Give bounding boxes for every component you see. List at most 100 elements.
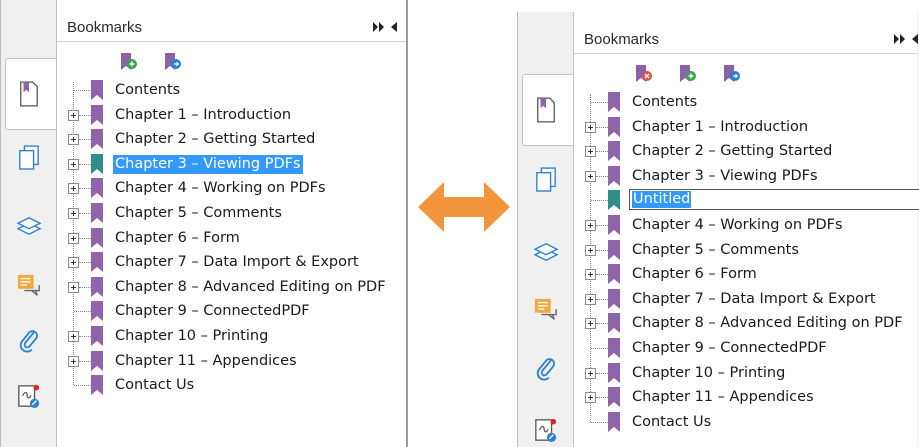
expand-plus-icon[interactable] bbox=[585, 146, 596, 158]
bookmark-item[interactable]: Chapter 7 – Data Import & Export bbox=[574, 287, 917, 312]
tree-connector bbox=[596, 126, 608, 128]
bookmark-item[interactable]: Chapter 1 – Introduction bbox=[57, 103, 406, 128]
expand-plus-icon[interactable] bbox=[68, 281, 79, 293]
bookmark-icon bbox=[608, 264, 620, 285]
bookmark-item[interactable]: Chapter 4 – Working on PDFs bbox=[574, 213, 917, 238]
bookmark-item[interactable]: Chapter 9 – ConnectedPDF bbox=[574, 336, 917, 361]
expand-plus-icon[interactable] bbox=[68, 183, 79, 195]
add-bookmark-icon[interactable] bbox=[676, 62, 698, 84]
signature-icon[interactable] bbox=[9, 378, 49, 414]
bookmark-item[interactable]: Chapter 1 – Introduction bbox=[574, 115, 917, 140]
expand-plus-icon[interactable] bbox=[68, 331, 79, 342]
bookmark-item[interactable]: Chapter 5 – Comments bbox=[57, 201, 406, 226]
tree-connector bbox=[596, 323, 608, 325]
bookmark-label: Chapter 7 – Data Import & Export bbox=[632, 290, 876, 307]
bookmark-icon bbox=[608, 141, 620, 162]
bookmark-icon bbox=[91, 301, 103, 322]
signature-icon[interactable] bbox=[526, 412, 566, 447]
bookmarks-content: Bookmarks Contents Chapter 1 – Introducti… bbox=[573, 12, 919, 447]
attachments-icon[interactable] bbox=[9, 322, 49, 358]
bookmark-item[interactable]: Contact Us bbox=[574, 410, 917, 435]
expand-plus-icon[interactable] bbox=[68, 232, 79, 244]
bookmark-label: Chapter 2 – Getting Started bbox=[632, 143, 833, 160]
tree-connector bbox=[596, 225, 608, 226]
bookmark-label: Contents bbox=[115, 82, 181, 98]
bookmark-item[interactable]: Chapter 11 – Appendices bbox=[574, 385, 917, 410]
bookmark-item[interactable]: Chapter 3 – Viewing PDFs bbox=[574, 164, 917, 189]
bookmark-item[interactable]: Chapter 2 – Getting Started bbox=[57, 127, 406, 152]
bookmark-icon bbox=[608, 411, 620, 432]
pages-thumbnail-icon[interactable] bbox=[9, 140, 49, 176]
bookmark-item[interactable]: Contact Us bbox=[57, 373, 406, 398]
bookmark-item[interactable]: Chapter 11 – Appendices bbox=[57, 349, 406, 374]
delete-bookmark-icon[interactable] bbox=[632, 62, 654, 84]
bookmark-icon bbox=[608, 190, 620, 211]
panel-title: Bookmarks bbox=[584, 31, 660, 48]
bookmark-item[interactable]: Chapter 9 – ConnectedPDF bbox=[57, 299, 406, 324]
tree-connector bbox=[596, 298, 608, 300]
expand-plus-icon[interactable] bbox=[585, 367, 596, 379]
bookmarks-page-icon[interactable] bbox=[526, 92, 566, 128]
triangle-left-icon[interactable] bbox=[391, 22, 398, 32]
expand-plus-icon[interactable] bbox=[585, 293, 596, 305]
bookmark-item[interactable]: Chapter 7 – Data Import & Export bbox=[57, 250, 406, 275]
expand-plus-icon[interactable] bbox=[68, 158, 79, 170]
bookmark-item[interactable]: Chapter 4 – Working on PDFs bbox=[57, 176, 406, 201]
comments-icon[interactable] bbox=[9, 268, 49, 304]
expand-plus-icon[interactable] bbox=[68, 355, 79, 367]
bookmark-icon bbox=[91, 203, 103, 223]
bookmark-icon bbox=[608, 362, 620, 383]
tree-connector bbox=[596, 249, 608, 251]
triangle-left-icon[interactable] bbox=[912, 34, 919, 44]
bookmark-item[interactable]: Chapter 8 – Advanced Editing on PDF bbox=[574, 311, 917, 336]
tree-connector bbox=[79, 188, 91, 190]
bookmark-item[interactable]: Contents bbox=[57, 78, 406, 103]
bookmark-item[interactable]: Chapter 10 – Printing bbox=[574, 361, 917, 386]
expand-plus-icon[interactable] bbox=[68, 109, 79, 121]
bookmark-icon bbox=[91, 129, 103, 150]
bookmark-item[interactable]: Chapter 10 – Printing bbox=[57, 324, 406, 349]
bookmark-item[interactable]: Chapter 2 – Getting Started bbox=[574, 139, 917, 164]
expand-plus-icon[interactable] bbox=[585, 392, 596, 404]
bookmark-label: Chapter 3 – Viewing PDFs bbox=[113, 154, 303, 174]
bookmark-item[interactable]: Chapter 5 – Comments bbox=[574, 238, 917, 263]
comments-icon[interactable] bbox=[526, 292, 566, 328]
layers-icon[interactable] bbox=[526, 234, 566, 270]
tree-connector bbox=[74, 385, 91, 387]
bookmarks-content: Bookmarks Contents Chapter 1 – Introducti… bbox=[56, 0, 406, 447]
expand-plus-icon[interactable] bbox=[585, 220, 596, 231]
tree-connector bbox=[79, 360, 91, 362]
tree-connector bbox=[79, 163, 91, 165]
add-child-bookmark-icon[interactable] bbox=[720, 62, 742, 84]
expand-plus-icon[interactable] bbox=[68, 134, 79, 146]
bookmark-item[interactable]: Untitled bbox=[574, 188, 919, 213]
tree-connector bbox=[74, 311, 91, 313]
expand-plus-icon[interactable] bbox=[585, 269, 596, 281]
attachments-icon[interactable] bbox=[526, 350, 566, 386]
tree-connector bbox=[79, 262, 91, 264]
bookmark-label: Chapter 5 – Comments bbox=[115, 205, 282, 221]
bookmarks-page-icon[interactable] bbox=[9, 76, 49, 112]
bookmark-label: Chapter 8 – Advanced Editing on PDF bbox=[632, 315, 903, 332]
double-chevron-right-icon[interactable] bbox=[373, 22, 385, 32]
bookmark-item[interactable]: Contents bbox=[574, 90, 917, 115]
layers-icon[interactable] bbox=[9, 208, 49, 244]
bookmark-item[interactable]: Chapter 6 – Form bbox=[57, 226, 406, 251]
expand-plus-icon[interactable] bbox=[585, 318, 596, 330]
bookmark-label: Chapter 2 – Getting Started bbox=[115, 131, 316, 148]
add-child-bookmark-icon[interactable] bbox=[161, 50, 183, 72]
add-bookmark-icon[interactable] bbox=[117, 50, 139, 72]
expand-plus-icon[interactable] bbox=[585, 121, 596, 133]
bookmark-item[interactable]: Chapter 3 – Viewing PDFs bbox=[57, 152, 406, 177]
expand-plus-icon[interactable] bbox=[68, 257, 79, 269]
bookmark-icon bbox=[608, 288, 620, 309]
expand-plus-icon[interactable] bbox=[585, 170, 596, 182]
bookmark-label: Chapter 4 – Working on PDFs bbox=[115, 180, 326, 197]
bookmark-item[interactable]: Chapter 6 – Form bbox=[574, 262, 917, 287]
expand-plus-icon[interactable] bbox=[585, 244, 596, 256]
expand-plus-icon[interactable] bbox=[68, 208, 79, 219]
bookmark-item[interactable]: Chapter 8 – Advanced Editing on PDF bbox=[57, 275, 406, 300]
bookmark-rename-input[interactable]: Untitled bbox=[629, 189, 919, 211]
double-chevron-right-icon[interactable] bbox=[894, 34, 906, 44]
pages-thumbnail-icon[interactable] bbox=[526, 162, 566, 198]
